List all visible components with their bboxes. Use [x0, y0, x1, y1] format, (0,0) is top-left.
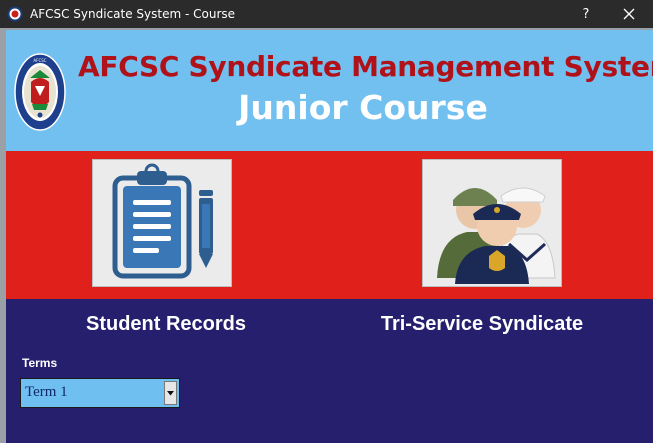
clipboard-pencil-icon	[112, 163, 213, 279]
military-personnel-icon	[437, 187, 556, 284]
app-title: AFCSC Syndicate Management System	[78, 50, 653, 83]
header-panel: AFCSC AFCSC Syndicate Management System …	[6, 30, 653, 151]
dropdown-button[interactable]	[164, 381, 177, 405]
lower-panel: Student Records Tri-Service Syndicate Te…	[6, 299, 653, 443]
help-icon: ?	[582, 6, 590, 22]
app-window: AFCSC Syndicate System - Course ? AFCSC	[0, 0, 653, 443]
help-button[interactable]: ?	[566, 0, 606, 28]
student-records-label[interactable]: Student Records	[46, 313, 286, 336]
title-bar[interactable]: AFCSC Syndicate System - Course ?	[0, 0, 653, 28]
client-area: AFCSC AFCSC Syndicate Management System …	[0, 28, 653, 443]
close-button[interactable]	[609, 0, 649, 28]
chevron-down-icon	[167, 391, 174, 396]
tri-service-syndicate-button[interactable]	[422, 159, 562, 287]
terms-label: Terms	[22, 356, 58, 370]
course-subtitle: Junior Course	[238, 88, 488, 127]
student-records-button[interactable]	[92, 159, 232, 287]
terms-selected-value: Term 1	[25, 384, 68, 400]
tiles-band	[6, 151, 653, 299]
window-title: AFCSC Syndicate System - Course	[30, 7, 236, 21]
tri-service-syndicate-label[interactable]: Tri-Service Syndicate	[362, 313, 602, 336]
svg-text:AFCSC: AFCSC	[33, 58, 46, 63]
college-crest-logo: AFCSC	[14, 53, 66, 131]
close-icon	[623, 8, 635, 20]
terms-dropdown[interactable]: Term 1	[20, 378, 180, 408]
app-icon	[7, 6, 23, 22]
